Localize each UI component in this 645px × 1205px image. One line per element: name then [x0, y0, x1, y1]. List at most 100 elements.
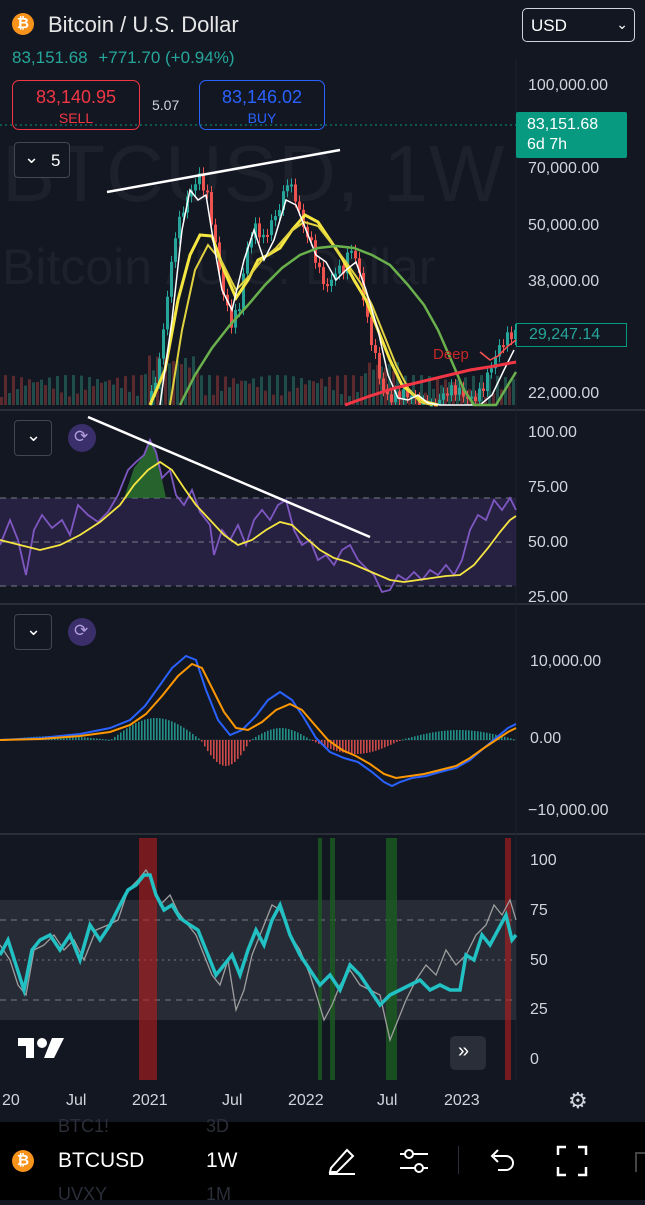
histogram-bar — [228, 740, 230, 766]
volume-bar — [372, 369, 375, 405]
candle-body — [162, 329, 165, 359]
histogram-bar — [441, 731, 443, 740]
histogram-bar — [387, 740, 389, 747]
indicators-collapse-button[interactable]: ⌄ 5 — [14, 142, 70, 178]
volume-bar — [224, 376, 227, 405]
histogram-bar — [159, 718, 161, 740]
volume-bar — [324, 386, 327, 405]
histogram-bar — [444, 730, 446, 740]
osc-green-zone-2 — [330, 838, 335, 1080]
histogram-bar — [423, 734, 425, 740]
volume-bar — [72, 375, 75, 405]
histogram-bar — [381, 740, 383, 749]
candle-body — [374, 345, 377, 353]
histogram-bar — [78, 736, 80, 740]
volume-bar — [112, 384, 115, 405]
histogram-bar — [180, 725, 182, 740]
trendline-main[interactable] — [106, 148, 341, 194]
overlay-label: Deep — [433, 346, 469, 363]
sliders-icon[interactable] — [397, 1144, 431, 1183]
refresh-icon[interactable]: ⟳ — [68, 424, 96, 452]
histogram-bar — [420, 734, 422, 740]
rsi-tick: 100.00 — [528, 424, 577, 441]
volume-bar — [196, 371, 199, 405]
histogram-bar — [474, 730, 476, 740]
volume-bar — [256, 386, 259, 405]
partial-icon — [635, 1152, 645, 1172]
volume-bar — [512, 379, 515, 405]
histogram-bar — [360, 740, 362, 754]
histogram-bar — [399, 740, 401, 741]
histogram-bar — [147, 718, 149, 740]
histogram-bar — [237, 740, 239, 759]
macd-tick: 10,000.00 — [530, 653, 602, 670]
histogram-bar — [486, 732, 488, 740]
ghost-interval-top: 3D — [206, 1116, 230, 1136]
histogram-bar — [366, 740, 368, 753]
toolbar-divider — [458, 1146, 459, 1174]
undo-icon[interactable] — [484, 1144, 518, 1183]
volume-bar — [104, 381, 107, 405]
histogram-bar — [339, 740, 341, 752]
pen-icon[interactable] — [325, 1142, 359, 1181]
histogram-bar — [375, 740, 377, 751]
volume-bar — [92, 386, 95, 405]
histogram-bar — [378, 740, 380, 750]
volume-bar — [356, 392, 359, 405]
histogram-bar — [249, 740, 251, 742]
volume-bar — [28, 379, 31, 405]
settings-icon[interactable]: ⚙ — [568, 1088, 588, 1114]
volume-bar — [444, 379, 447, 405]
candle-body — [290, 184, 293, 187]
interval-button[interactable]: 1W — [206, 1149, 238, 1173]
volume-bar — [80, 375, 83, 405]
osc-red-zone-2 — [505, 838, 511, 1080]
volume-bar — [120, 388, 123, 405]
rsi-collapse-button[interactable]: ⌄ — [14, 420, 52, 456]
macd-collapse-button[interactable]: ⌄ — [14, 614, 52, 650]
symbol-button[interactable]: BTCUSD — [58, 1149, 144, 1173]
price-tick: 22,000.00 — [528, 385, 600, 402]
candle-body — [174, 238, 177, 262]
histogram-bar — [315, 740, 317, 743]
volume-bar — [4, 375, 7, 405]
price-tick: 100,000.00 — [528, 77, 609, 94]
histogram-bar — [87, 737, 89, 740]
volume-bar — [136, 395, 139, 405]
ghost-symbol-bottom: UVXY — [58, 1184, 108, 1204]
histogram-bar — [411, 737, 413, 740]
price-tick: 38,000.00 — [528, 273, 600, 290]
volume-bar — [56, 375, 59, 405]
histogram-bar — [231, 740, 233, 765]
rsi-tick: 50.00 — [528, 534, 569, 551]
candle-body — [274, 216, 277, 221]
histogram-bar — [447, 730, 449, 740]
fullscreen-icon[interactable] — [555, 1144, 589, 1183]
volume-bar — [344, 375, 347, 405]
chevron-down-icon: ⌄ — [26, 619, 42, 639]
candle-body — [338, 265, 341, 274]
histogram-bar — [198, 738, 200, 740]
histogram-bar — [282, 728, 284, 740]
volume-bar — [296, 387, 299, 405]
volume-bar — [264, 390, 267, 405]
histogram-bar — [513, 739, 515, 741]
tradingview-logo-icon[interactable] — [16, 1034, 66, 1062]
histogram-bar — [234, 740, 236, 762]
scroll-to-realtime-button[interactable]: » — [450, 1036, 486, 1070]
histogram-bar — [357, 740, 359, 754]
volume-bar — [100, 382, 103, 405]
volume-bar — [364, 373, 367, 405]
histogram-bar — [225, 740, 227, 766]
volume-bar — [16, 389, 19, 405]
volume-bar — [96, 378, 99, 405]
histogram-bar — [456, 730, 458, 740]
time-tick: 2021 — [132, 1092, 168, 1109]
histogram-bar — [150, 718, 152, 740]
volume-bar — [200, 375, 203, 405]
volume-bar — [36, 381, 39, 405]
candle-body — [510, 332, 513, 340]
ghost-symbol-top: BTC1! — [58, 1116, 110, 1136]
histogram-bar — [510, 738, 512, 740]
refresh-icon[interactable]: ⟳ — [68, 618, 96, 646]
